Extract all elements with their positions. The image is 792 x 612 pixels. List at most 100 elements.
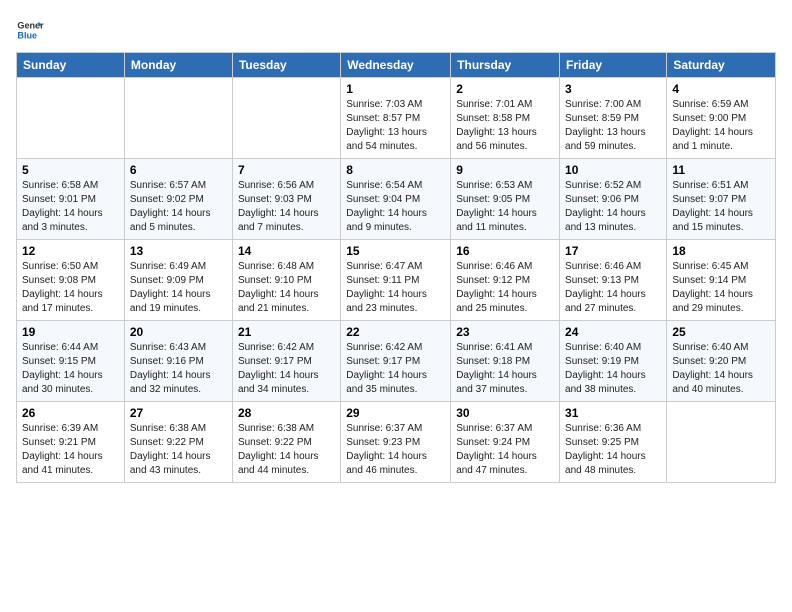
- weekday-header-wednesday: Wednesday: [341, 53, 451, 78]
- weekday-header-friday: Friday: [560, 53, 667, 78]
- calendar-week-row: 5 Sunrise: 6:58 AM Sunset: 9:01 PM Daylig…: [17, 159, 776, 240]
- day-detail: Sunrise: 6:51 AM Sunset: 9:07 PM Dayligh…: [672, 179, 770, 235]
- day-detail: Sunrise: 6:53 AM Sunset: 9:05 PM Dayligh…: [456, 179, 554, 235]
- day-number: 19: [22, 325, 119, 339]
- day-number: 29: [346, 406, 445, 420]
- calendar-cell: 7Sunrise: 6:56 AM Sunset: 9:03 PM Daylig…: [232, 159, 340, 240]
- day-number: 2: [456, 82, 554, 96]
- calendar-cell: 30 Sunrise: 6:37 AM Sunset: 9:24 PM Dayli…: [451, 402, 560, 483]
- day-number: 14: [238, 244, 335, 258]
- calendar-week-row: 1 Sunrise: 7:03 AM Sunset: 8:57 PM Daylig…: [17, 78, 776, 159]
- day-detail: Sunrise: 6:59 AM Sunset: 9:00 PM Dayligh…: [672, 98, 770, 154]
- day-detail: Sunrise: 6:58 AM Sunset: 9:01 PM Dayligh…: [22, 179, 119, 235]
- calendar-cell: 17Sunrise: 6:46 AM Sunset: 9:13 PM Dayli…: [560, 240, 667, 321]
- calendar-cell: [17, 78, 125, 159]
- day-number: 10: [565, 163, 661, 177]
- day-number: 8: [346, 163, 445, 177]
- calendar-cell: 25 Sunrise: 6:40 AM Sunset: 9:20 PM Dayli…: [667, 321, 776, 402]
- day-detail: Sunrise: 6:50 AM Sunset: 9:08 PM Dayligh…: [22, 260, 119, 316]
- day-number: 26: [22, 406, 119, 420]
- day-detail: Sunrise: 6:42 AM Sunset: 9:17 PM Dayligh…: [238, 341, 335, 397]
- calendar-cell: 10 Sunrise: 6:52 AM Sunset: 9:06 PM Dayli…: [560, 159, 667, 240]
- svg-text:Blue: Blue: [17, 30, 37, 40]
- calendar-cell: 29Sunrise: 6:37 AM Sunset: 9:23 PM Dayli…: [341, 402, 451, 483]
- header: General Blue: [16, 16, 776, 44]
- calendar-cell: 1 Sunrise: 7:03 AM Sunset: 8:57 PM Daylig…: [341, 78, 451, 159]
- weekday-header-sunday: Sunday: [17, 53, 125, 78]
- day-detail: Sunrise: 6:46 AM Sunset: 9:12 PM Dayligh…: [456, 260, 554, 316]
- calendar-cell: 19 Sunrise: 6:44 AM Sunset: 9:15 PM Dayli…: [17, 321, 125, 402]
- calendar-cell: 6 Sunrise: 6:57 AM Sunset: 9:02 PM Daylig…: [124, 159, 232, 240]
- calendar-week-row: 19 Sunrise: 6:44 AM Sunset: 9:15 PM Dayli…: [17, 321, 776, 402]
- day-number: 13: [130, 244, 227, 258]
- day-detail: Sunrise: 6:49 AM Sunset: 9:09 PM Dayligh…: [130, 260, 227, 316]
- calendar-cell: 28 Sunrise: 6:38 AM Sunset: 9:22 PM Dayli…: [232, 402, 340, 483]
- calendar-cell: 12 Sunrise: 6:50 AM Sunset: 9:08 PM Dayli…: [17, 240, 125, 321]
- day-detail: Sunrise: 6:45 AM Sunset: 9:14 PM Dayligh…: [672, 260, 770, 316]
- calendar-cell: 23Sunrise: 6:41 AM Sunset: 9:18 PM Dayli…: [451, 321, 560, 402]
- calendar-week-row: 26 Sunrise: 6:39 AM Sunset: 9:21 PM Dayli…: [17, 402, 776, 483]
- day-number: 6: [130, 163, 227, 177]
- day-detail: Sunrise: 6:43 AM Sunset: 9:16 PM Dayligh…: [130, 341, 227, 397]
- day-number: 18: [672, 244, 770, 258]
- day-number: 1: [346, 82, 445, 96]
- day-number: 30: [456, 406, 554, 420]
- day-number: 15: [346, 244, 445, 258]
- day-detail: Sunrise: 6:48 AM Sunset: 9:10 PM Dayligh…: [238, 260, 335, 316]
- day-detail: Sunrise: 6:57 AM Sunset: 9:02 PM Dayligh…: [130, 179, 227, 235]
- calendar-week-row: 12 Sunrise: 6:50 AM Sunset: 9:08 PM Dayli…: [17, 240, 776, 321]
- calendar-cell: 4 Sunrise: 6:59 AM Sunset: 9:00 PM Daylig…: [667, 78, 776, 159]
- logo: General Blue: [16, 16, 44, 44]
- calendar-cell: 20 Sunrise: 6:43 AM Sunset: 9:16 PM Dayli…: [124, 321, 232, 402]
- day-detail: Sunrise: 7:00 AM Sunset: 8:59 PM Dayligh…: [565, 98, 661, 154]
- day-number: 3: [565, 82, 661, 96]
- day-detail: Sunrise: 6:47 AM Sunset: 9:11 PM Dayligh…: [346, 260, 445, 316]
- calendar-cell: 22Sunrise: 6:42 AM Sunset: 9:17 PM Dayli…: [341, 321, 451, 402]
- day-detail: Sunrise: 7:03 AM Sunset: 8:57 PM Dayligh…: [346, 98, 445, 154]
- calendar-cell: 24Sunrise: 6:40 AM Sunset: 9:19 PM Dayli…: [560, 321, 667, 402]
- calendar-cell: 16 Sunrise: 6:46 AM Sunset: 9:12 PM Dayli…: [451, 240, 560, 321]
- calendar-cell: [232, 78, 340, 159]
- calendar-cell: 15 Sunrise: 6:47 AM Sunset: 9:11 PM Dayli…: [341, 240, 451, 321]
- calendar-cell: 26 Sunrise: 6:39 AM Sunset: 9:21 PM Dayli…: [17, 402, 125, 483]
- calendar-cell: 8Sunrise: 6:54 AM Sunset: 9:04 PM Daylig…: [341, 159, 451, 240]
- day-number: 23: [456, 325, 554, 339]
- calendar-table: SundayMondayTuesdayWednesdayThursdayFrid…: [16, 52, 776, 483]
- calendar-cell: 31Sunrise: 6:36 AM Sunset: 9:25 PM Dayli…: [560, 402, 667, 483]
- day-detail: Sunrise: 6:37 AM Sunset: 9:24 PM Dayligh…: [456, 422, 554, 478]
- weekday-header-thursday: Thursday: [451, 53, 560, 78]
- day-number: 27: [130, 406, 227, 420]
- day-detail: Sunrise: 6:40 AM Sunset: 9:20 PM Dayligh…: [672, 341, 770, 397]
- day-detail: Sunrise: 6:38 AM Sunset: 9:22 PM Dayligh…: [238, 422, 335, 478]
- day-number: 4: [672, 82, 770, 96]
- day-number: 28: [238, 406, 335, 420]
- calendar-cell: 21 Sunrise: 6:42 AM Sunset: 9:17 PM Dayli…: [232, 321, 340, 402]
- calendar-cell: [667, 402, 776, 483]
- calendar-cell: 11Sunrise: 6:51 AM Sunset: 9:07 PM Dayli…: [667, 159, 776, 240]
- day-number: 25: [672, 325, 770, 339]
- day-detail: Sunrise: 6:36 AM Sunset: 9:25 PM Dayligh…: [565, 422, 661, 478]
- day-number: 9: [456, 163, 554, 177]
- day-detail: Sunrise: 6:52 AM Sunset: 9:06 PM Dayligh…: [565, 179, 661, 235]
- calendar-cell: [124, 78, 232, 159]
- day-detail: Sunrise: 6:44 AM Sunset: 9:15 PM Dayligh…: [22, 341, 119, 397]
- calendar-cell: 27 Sunrise: 6:38 AM Sunset: 9:22 PM Dayli…: [124, 402, 232, 483]
- day-detail: Sunrise: 6:39 AM Sunset: 9:21 PM Dayligh…: [22, 422, 119, 478]
- calendar-cell: 3 Sunrise: 7:00 AM Sunset: 8:59 PM Daylig…: [560, 78, 667, 159]
- day-number: 12: [22, 244, 119, 258]
- day-detail: Sunrise: 6:38 AM Sunset: 9:22 PM Dayligh…: [130, 422, 227, 478]
- calendar-cell: 14 Sunrise: 6:48 AM Sunset: 9:10 PM Dayli…: [232, 240, 340, 321]
- day-number: 22: [346, 325, 445, 339]
- day-number: 7: [238, 163, 335, 177]
- calendar-cell: 2Sunrise: 7:01 AM Sunset: 8:58 PM Daylig…: [451, 78, 560, 159]
- weekday-header-tuesday: Tuesday: [232, 53, 340, 78]
- day-number: 21: [238, 325, 335, 339]
- calendar-cell: 9 Sunrise: 6:53 AM Sunset: 9:05 PM Daylig…: [451, 159, 560, 240]
- day-number: 5: [22, 163, 119, 177]
- calendar-cell: 5 Sunrise: 6:58 AM Sunset: 9:01 PM Daylig…: [17, 159, 125, 240]
- day-number: 20: [130, 325, 227, 339]
- day-number: 16: [456, 244, 554, 258]
- logo-icon: General Blue: [16, 16, 44, 44]
- calendar-cell: 18 Sunrise: 6:45 AM Sunset: 9:14 PM Dayli…: [667, 240, 776, 321]
- weekday-header-saturday: Saturday: [667, 53, 776, 78]
